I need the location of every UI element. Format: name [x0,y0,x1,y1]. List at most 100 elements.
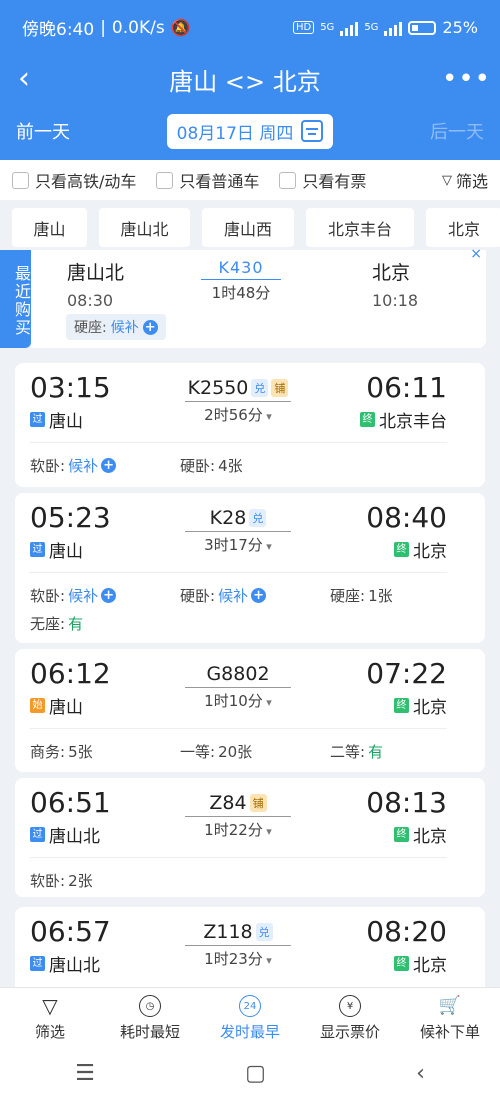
station-type-icon: 始 [30,698,45,713]
divider [30,572,447,573]
from-station: 唐山北 [49,956,100,976]
divider [30,442,447,443]
seat-info[interactable]: 软卧: 候补 + [30,455,117,476]
battery-icon [408,20,437,35]
station-type-icon: 过 [30,956,45,971]
page-title: 唐山 <> 北京 [169,67,321,96]
battery-percent: 25% [442,18,478,37]
recent-from-station: 唐山北 [67,262,125,284]
route-line [185,687,291,688]
divider [30,728,447,729]
back-arrow-icon[interactable]: ‹ [18,64,48,94]
home-icon[interactable]: ▢ [245,1061,266,1086]
checkbox[interactable] [12,171,29,189]
seat-info[interactable]: 硬座: 1张 [330,585,393,606]
train-card[interactable]: 05:23 K28兑 3时17分 08:40 过唐山 终北京 软卧: 候补 + … [15,493,485,643]
route-line [185,401,291,402]
back-icon[interactable]: ‹ [416,1061,425,1086]
arrival-time: 07:22 [366,657,447,690]
seat-info[interactable]: 硬卧: 候补 + [180,585,267,606]
recent-purchase[interactable]: 最近购买 × 唐山北 08:30 K430 1时48分 北京 10:18 硬座:… [0,246,486,348]
tab-waitlist[interactable]: 🛒 候补下单 [400,988,500,1049]
recent-seat[interactable]: 硬座: 候补 + [66,314,166,340]
seat-info[interactable]: 软卧: 候补 + [30,585,117,606]
prev-day-button[interactable]: 前一天 [16,118,146,144]
station-chip[interactable]: 唐山北 [99,208,190,247]
route-line [185,945,291,946]
duration[interactable]: 1时22分 [165,819,311,840]
clock-icon: ◷ [139,995,161,1017]
plus-icon[interactable]: + [101,588,117,603]
calendar-icon [301,120,324,142]
funnel-icon: ▽ [42,994,58,1018]
seat-info[interactable]: 商务: 5张 [30,741,93,762]
seat-info[interactable]: 硬卧: 4张 [180,455,243,476]
to-station: 北京丰台 [379,412,447,432]
train-badge: 兑 [249,509,267,527]
tab-filter[interactable]: ▽ 筛选 [0,988,100,1049]
filter-normal[interactable]: 只看普通车 [156,168,259,192]
duration[interactable]: 3时17分 [165,534,311,555]
station-chip[interactable]: 北京 [426,208,500,247]
station-chip[interactable]: 唐山西 [202,208,294,247]
menu-icon[interactable]: ☰ [75,1061,95,1086]
station-type-icon: 过 [30,412,45,427]
train-card[interactable]: 06:51 Z84铺 1时22分 08:13 过唐山北 终北京 软卧: 2张 [15,778,485,897]
nav-bar: ‹ 唐山 <> 北京 ••• [0,55,500,103]
plus-icon[interactable]: + [142,319,158,335]
recent-train-no: K430 [218,258,264,277]
checkbox[interactable] [156,171,174,189]
station-type-icon: 终 [394,956,409,971]
station-type-icon: 终 [394,542,409,557]
tab-shortest[interactable]: ◷ 耗时最短 [100,988,200,1049]
arrow-line [201,279,281,280]
filter-has-ticket[interactable]: 只看有票 [279,168,366,192]
plus-icon[interactable]: + [101,458,117,473]
date-label: 08月17日 周四 [176,123,294,144]
cart-icon: 🛒 [438,995,462,1016]
close-icon[interactable]: × [470,246,482,262]
signal-icon [340,20,359,36]
train-card[interactable]: 03:15 K2550兑铺 2时56分 06:11 过唐山 终北京丰台 软卧: … [15,363,485,487]
seat-info[interactable]: 一等: 20张 [180,741,252,762]
station-chip[interactable]: 北京丰台 [306,208,414,247]
station-chip[interactable]: 唐山 [12,208,87,247]
date-picker[interactable]: 08月17日 周四 [166,113,334,149]
recent-card[interactable]: × 唐山北 08:30 K430 1时48分 北京 10:18 硬座: 候补 + [31,246,486,348]
screen-filter-button[interactable]: ▽ 筛选 [442,168,488,192]
train-number: G8802 [206,663,270,685]
duration[interactable]: 2时56分 [165,404,311,425]
train-badge: 铺 [271,379,289,397]
arrival-time: 08:20 [366,915,447,948]
train-card[interactable]: 06:12 G8802 1时10分 07:22 始唐山 终北京 商务: 5张 一… [15,649,485,772]
from-station: 唐山 [49,542,83,562]
more-icon[interactable]: ••• [442,64,490,94]
mute-bell-icon: 🔕 [170,18,191,37]
24h-icon: 24 [239,995,261,1017]
next-day-button[interactable]: 后一天 [354,118,484,144]
yen-icon: ¥ [339,995,361,1017]
funnel-icon: ▽ [441,172,452,188]
train-card[interactable]: 06:57 Z118兑 1时23分 08:20 过唐山北 终北京 [15,907,485,997]
tab-show-price[interactable]: ¥ 显示票价 [300,988,400,1049]
divider [30,857,447,858]
from-station: 唐山 [49,412,83,432]
seat-info[interactable]: 二等: 有 [330,741,383,762]
recent-duration: 1时48分 [211,284,271,302]
plus-icon[interactable]: + [251,588,267,603]
seat-info[interactable]: 软卧: 2张 [30,870,93,891]
train-number: K2550 [187,377,249,399]
arrival-time: 06:11 [366,371,447,404]
checkbox[interactable] [279,171,297,189]
filter-high-speed[interactable]: 只看高铁/动车 [12,168,136,192]
from-station: 唐山北 [49,827,100,847]
station-type-icon: 过 [30,542,45,557]
seat-info[interactable]: 无座: 有 [30,613,83,634]
filter-bar: 只看高铁/动车 只看普通车 只看有票 ▽ 筛选 [0,160,500,200]
recent-tag: 最近购买 [0,250,31,348]
tab-earliest[interactable]: 24 发时最早 [200,988,300,1049]
duration[interactable]: 1时10分 [165,690,311,711]
duration[interactable]: 1时23分 [165,948,311,969]
train-badge: 兑 [251,379,269,397]
status-speed: 0.0K/s [111,17,165,38]
